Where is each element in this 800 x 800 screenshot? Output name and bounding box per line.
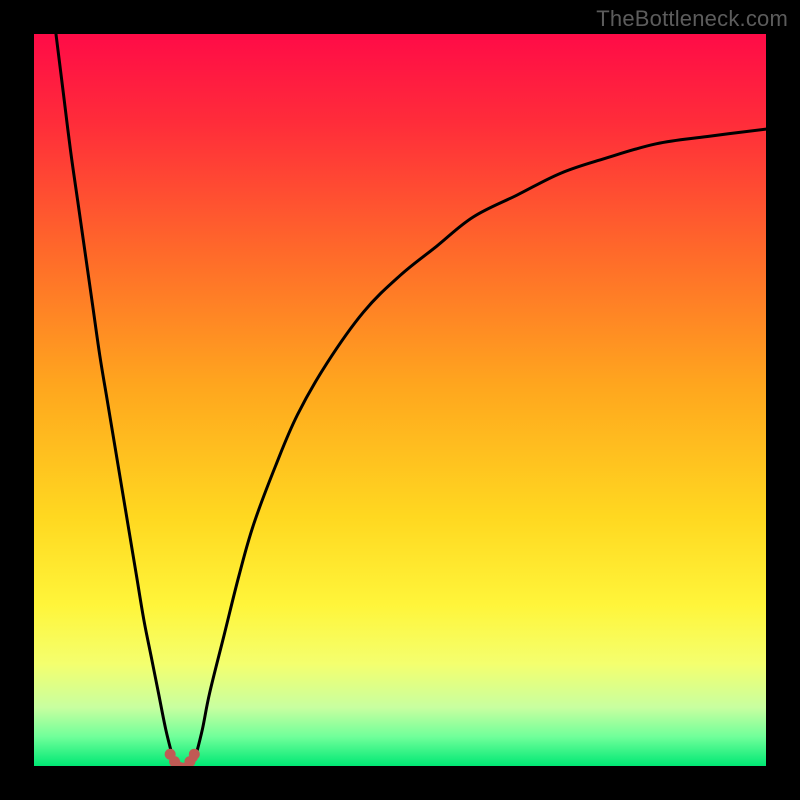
notch-marker: [189, 749, 200, 760]
chart-frame: TheBottleneck.com: [0, 0, 800, 800]
watermark-text: TheBottleneck.com: [596, 6, 788, 32]
bottleneck-plot: [34, 34, 766, 766]
